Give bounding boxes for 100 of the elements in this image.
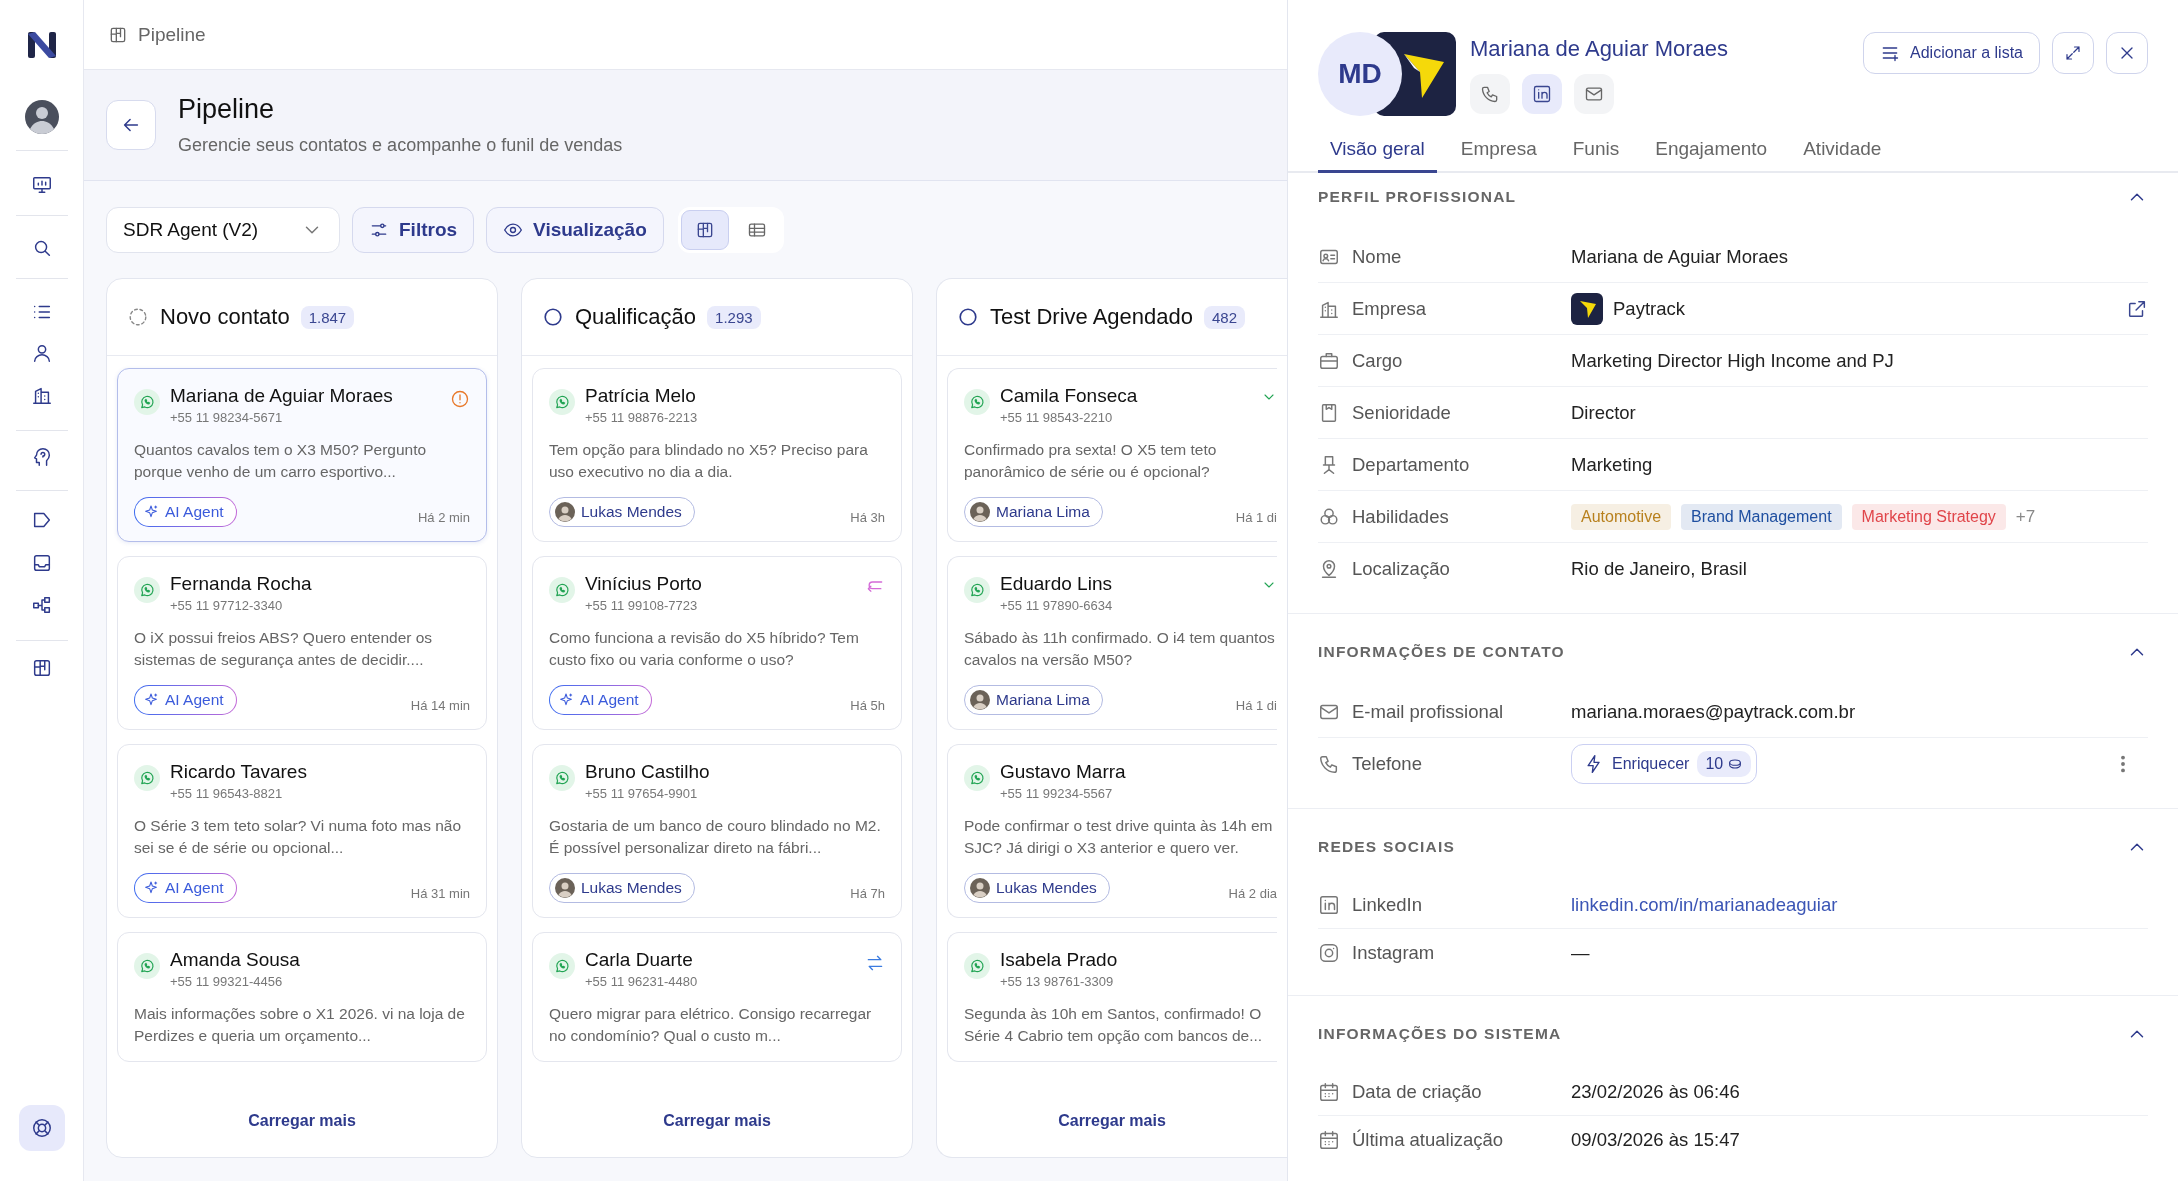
lead-card[interactable]: Amanda Sousa +55 11 99321-4456 Mais informações sobre o X1 2026. vi na loja de Perdizes e queria um orçamento... xyxy=(117,932,487,1062)
field-label: Data de criação xyxy=(1352,1080,1482,1103)
message-preview: O Série 3 tem teto solar? Vi numa foto mas não sei se é de série ou opcional... xyxy=(134,816,463,858)
count-badge: 1.847 xyxy=(300,305,355,329)
field-value: Marketing xyxy=(1571,453,1653,476)
time-ago: Há 5h xyxy=(850,698,885,713)
owner-chip[interactable]: AI Agent xyxy=(134,873,237,903)
message-preview: Sábado às 11h confirmado. O i4 tem quantos cavalos na versão M50? xyxy=(964,628,1276,670)
dashboard-icon[interactable] xyxy=(30,174,53,196)
tab[interactable]: Engajamento xyxy=(1643,138,1780,173)
count-badge: 1.293 xyxy=(707,305,761,329)
lead-card[interactable]: Eduardo Lins +55 11 97890-6634 Sábado às 11h confirmado. O i4 tem quantos cavalos na versão M50? Mariana Lima Há 1 di xyxy=(947,556,1277,730)
chat-badge xyxy=(964,953,990,979)
time-ago: Há 1 di xyxy=(1235,698,1277,713)
tab[interactable]: Empresa xyxy=(1448,138,1549,173)
flow-icon[interactable] xyxy=(30,594,53,616)
expand-button[interactable] xyxy=(2052,32,2094,74)
section-title: INFORMAÇÕES DO SISTEMA xyxy=(1318,1025,1562,1043)
lead-card[interactable]: Camila Fonseca +55 11 98543-2210 Confirmado pra sexta! O X5 tem teto panorâmico de série ou é opcional? Mariana Lima Há 1 di xyxy=(947,368,1277,542)
lead-card[interactable]: Carla Duarte +55 11 96231-4480 Quero migrar para elétrico. Consigo recarregar no condomínio? Qual o custo m... xyxy=(532,932,902,1062)
lead-card[interactable]: Bruno Castilho +55 11 97654-9901 Gostaria de um banco de couro blindado no M2. É possível personalizar direto na fábri... Lukas Mendes Há 7h xyxy=(532,744,902,918)
owner-chip[interactable]: AI Agent xyxy=(134,497,237,527)
load-more-button[interactable]: Carregar mais xyxy=(653,1106,781,1136)
add-to-list-button[interactable]: Adicionar a lista xyxy=(1863,32,2040,74)
calendar-icon xyxy=(1318,1080,1340,1103)
view-button[interactable]: Visualização xyxy=(486,207,664,253)
lead-card[interactable]: Gustavo Marra +55 11 99234-5567 Pode confirmar o test drive quinta às 14h em SJC? Já dirigi o X3 anterior e quero ver. Lukas Mendes Há 2 dia xyxy=(947,744,1277,918)
field-label: Departamento xyxy=(1352,453,1470,476)
lead-card[interactable]: Fernanda Rocha +55 11 97712-3340 O iX possui freios ABS? Quero entender os sistemas de segurança antes de decidir.... AI Agent Há 14 min xyxy=(117,556,487,730)
phone-number: +55 13 98761-3309 xyxy=(1000,974,1115,989)
linkedin-icon xyxy=(1532,84,1552,104)
contact-name: Eduardo Lins xyxy=(1000,573,1113,595)
contact-name: Amanda Sousa xyxy=(170,949,300,971)
contact-name: Carla Duarte xyxy=(585,949,694,971)
field-label: Senioridade xyxy=(1352,401,1451,424)
contact-action-button[interactable] xyxy=(1522,74,1562,114)
more-count: +7 xyxy=(2015,506,2036,527)
owner-chip[interactable]: AI Agent xyxy=(549,685,652,715)
field-value: — xyxy=(1571,942,1590,964)
chat-badge xyxy=(134,389,160,415)
avatar-icon xyxy=(555,878,575,898)
contact-action-button[interactable] xyxy=(1574,74,1614,114)
avatar-icon xyxy=(555,502,575,522)
page-subtitle: Gerencie seus contatos e acompanhe o funil de vendas xyxy=(178,135,623,156)
lead-card[interactable]: Mariana de Aguiar Moraes +55 11 98234-5671 Quantos cavalos tem o X3 M50? Pergunto porque venho de um carro esportivo... AI Agent Há 2 min xyxy=(117,368,487,542)
field-value: Mariana de Aguiar Moraes xyxy=(1571,245,1788,268)
view-mode-button[interactable] xyxy=(680,210,729,250)
tab[interactable]: Funis xyxy=(1560,138,1632,173)
field-label: Empresa xyxy=(1352,297,1427,320)
lead-card[interactable]: Patrícia Melo +55 11 98876-2213 Tem opção para blindado no X5? Preciso para uso executivo no dia a dia. Lukas Mendes Há 3h xyxy=(532,368,902,542)
phone-number: +55 11 98876-2213 xyxy=(585,410,698,425)
profile-link[interactable]: linkedin.com/in/marianadeaguiar xyxy=(1571,893,1838,916)
chat-badge xyxy=(549,389,575,415)
chat-badge xyxy=(549,953,575,979)
field-value: Director xyxy=(1571,401,1636,424)
phone-number: +55 11 99108-7723 xyxy=(585,598,699,613)
chat-badge xyxy=(964,577,990,603)
company-logo xyxy=(1571,292,1603,325)
linkedin-icon xyxy=(1318,893,1340,916)
contact-name: Mariana de Aguiar Moraes xyxy=(170,385,393,407)
chat-badge xyxy=(964,389,990,415)
tab[interactable]: Visão geral xyxy=(1318,138,1437,173)
contact-name: Patrícia Melo xyxy=(585,385,697,407)
initials-avatar: MD xyxy=(1318,32,1402,116)
message-preview: Tem opção para blindado no X5? Preciso para uso executivo no dia a dia. xyxy=(549,440,869,482)
time-ago: Há 14 min xyxy=(410,698,470,713)
phone-number: +55 11 96231-4480 xyxy=(585,974,698,989)
avatar[interactable] xyxy=(24,100,59,134)
section-title: PERFIL PROFISSIONAL xyxy=(1318,188,1517,206)
time-ago: Há 3h xyxy=(850,510,885,525)
contact-name: Bruno Castilho xyxy=(585,761,710,783)
camera-icon xyxy=(1318,942,1340,964)
lead-card[interactable]: Vinícius Porto +55 11 99108-7723 Como funciona a revisão do X5 híbrido? Tem custo fixo ou varia conforme o uso? AI Agent Há 5h xyxy=(532,556,902,730)
lifebuoy-icon xyxy=(30,1117,53,1139)
funnel-select[interactable]: SDR Agent (V2) xyxy=(106,207,340,253)
phone-number: +55 11 98234-5671 xyxy=(170,410,284,425)
lead-card[interactable]: Ricardo Tavares +55 11 96543-8821 O Série 3 tem teto solar? Vi numa foto mas não sei se é de série ou opcional... AI Agent Há 31 min xyxy=(117,744,487,918)
chat-badge xyxy=(964,765,990,791)
field-value: Marketing Director High Income and PJ xyxy=(1571,349,1894,372)
owner-chip[interactable]: AI Agent xyxy=(134,685,237,715)
message-preview: Segunda às 10h em Santos, confirmado! O Série 4 Cabrio tem opção com bancos de... xyxy=(964,1004,1264,1046)
message-preview: Quero migrar para elétrico. Consigo recarregar no condomínio? Qual o custo m... xyxy=(549,1004,873,1046)
load-more-button[interactable]: Carregar mais xyxy=(238,1106,366,1136)
phone-number: +55 11 97890-6634 xyxy=(1000,598,1113,613)
filters-button[interactable]: Filtros xyxy=(352,207,475,253)
help-button[interactable] xyxy=(18,1105,65,1151)
field-label: Cargo xyxy=(1352,349,1403,372)
lead-card[interactable]: Isabela Prado +55 13 98761-3309 Segunda às 10h em Santos, confirmado! O Série 4 Cabrio tem opção com bancos de... xyxy=(947,932,1277,1062)
phone-number: +55 11 98543-2210 xyxy=(1000,410,1114,425)
contact-action-button[interactable] xyxy=(1470,74,1510,114)
avatar-icon xyxy=(970,878,990,898)
load-more-button[interactable]: Carregar mais xyxy=(1048,1106,1176,1136)
tab[interactable]: Atividade xyxy=(1791,138,1894,173)
phone-number: +55 11 96543-8821 xyxy=(170,786,284,801)
enrich-button[interactable]: Enriquecer 10 xyxy=(1571,744,1758,784)
sparkle-icon xyxy=(143,880,159,896)
field-value: 23/02/2026 às 06:46 xyxy=(1571,1080,1740,1103)
expand-icon xyxy=(2064,44,2082,62)
message-preview: Como funciona a revisão do X5 híbrido? Tem custo fixo ou varia conforme o uso? xyxy=(549,628,860,670)
coin-icon xyxy=(1727,756,1744,772)
